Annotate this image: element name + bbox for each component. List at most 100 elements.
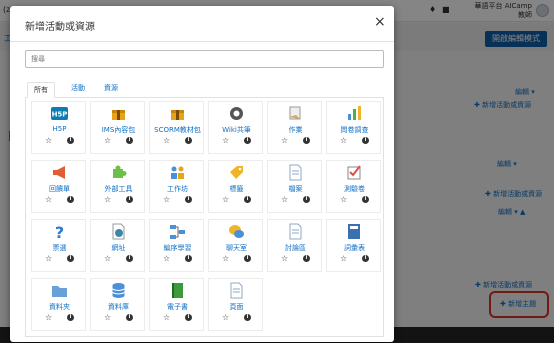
activity-grid: H5P H5P ☆ i IMS內容包 ☆ i SCORM教材包 ☆ i Wiki共筆 ☆ i 作業 ☆ i 問卷… bbox=[25, 98, 384, 337]
info-icon[interactable]: i bbox=[67, 196, 74, 203]
scorm-package-icon bbox=[169, 105, 186, 122]
activity-item-label: SCORM教材包 bbox=[154, 126, 201, 134]
info-icon[interactable]: i bbox=[362, 255, 369, 262]
star-icon[interactable]: ☆ bbox=[222, 137, 229, 145]
close-icon[interactable]: × bbox=[374, 15, 386, 29]
info-icon[interactable]: i bbox=[185, 314, 192, 321]
activity-item-label: Wiki共筆 bbox=[222, 126, 251, 134]
survey-chart-icon bbox=[346, 105, 363, 122]
activity-item[interactable]: 工作坊 ☆ i bbox=[149, 160, 204, 213]
search-input[interactable] bbox=[25, 50, 384, 68]
url-globe-icon bbox=[110, 223, 127, 240]
assignment-icon bbox=[287, 105, 304, 122]
activity-item-label: 網址 bbox=[111, 244, 126, 252]
info-icon[interactable]: i bbox=[303, 137, 310, 144]
star-icon[interactable]: ☆ bbox=[104, 314, 111, 322]
tab-resources[interactable]: 資源 bbox=[104, 83, 118, 93]
activity-item-label: 標籤 bbox=[229, 185, 244, 193]
info-icon[interactable]: i bbox=[126, 196, 133, 203]
tab-activities[interactable]: 活動 bbox=[71, 83, 85, 93]
star-icon[interactable]: ☆ bbox=[104, 255, 111, 263]
puzzle-icon bbox=[110, 164, 127, 181]
package-icon bbox=[110, 105, 127, 122]
tab-all[interactable]: 所有 bbox=[27, 82, 55, 98]
activity-item-label: 票選 bbox=[52, 244, 67, 252]
activity-item[interactable]: 詞彙表 ☆ i bbox=[326, 219, 381, 272]
activity-item-label: 資料庫 bbox=[108, 303, 129, 311]
star-icon[interactable]: ☆ bbox=[45, 314, 52, 322]
activity-item[interactable]: 標籤 ☆ i bbox=[208, 160, 263, 213]
workshop-people-icon bbox=[169, 164, 186, 181]
activity-item-label: 問卷調查 bbox=[340, 126, 369, 134]
star-icon[interactable]: ☆ bbox=[45, 196, 52, 204]
star-icon[interactable]: ☆ bbox=[222, 255, 229, 263]
star-icon[interactable]: ☆ bbox=[340, 137, 347, 145]
activity-item[interactable]: 問卷調查 ☆ i bbox=[326, 101, 381, 154]
activity-item[interactable]: 聊天室 ☆ i bbox=[208, 219, 263, 272]
star-icon[interactable]: ☆ bbox=[222, 314, 229, 322]
info-icon[interactable]: i bbox=[244, 255, 251, 262]
activity-item-label: 電子書 bbox=[167, 303, 188, 311]
activity-item[interactable]: 電子書 ☆ i bbox=[149, 278, 204, 331]
chooser-tabs: 所有 活動 資源 H5P H5P ☆ i IMS內容包 ☆ i SCORM教材包 ☆ i Wiki共… bbox=[25, 76, 384, 337]
activity-chooser-modal: 新增活動或資源 × 所有 活動 資源 H5PH5P☆iIMS內容包☆iSCORM… bbox=[10, 6, 394, 342]
info-icon[interactable]: i bbox=[185, 255, 192, 262]
activity-item[interactable]: ? 票選 ☆ i bbox=[31, 219, 86, 272]
lesson-flow-icon bbox=[169, 223, 186, 240]
activity-item-label: IMS內容包 bbox=[101, 126, 136, 134]
quiz-check-icon bbox=[346, 164, 363, 181]
info-icon[interactable]: i bbox=[126, 255, 133, 262]
star-icon[interactable]: ☆ bbox=[281, 196, 288, 204]
star-icon[interactable]: ☆ bbox=[222, 196, 229, 204]
star-icon[interactable]: ☆ bbox=[340, 196, 347, 204]
activity-item-label: 工作坊 bbox=[167, 185, 188, 193]
activity-item[interactable]: 頁面 ☆ i bbox=[208, 278, 263, 331]
star-icon[interactable]: ☆ bbox=[45, 255, 52, 263]
info-icon[interactable]: i bbox=[67, 314, 74, 321]
star-icon[interactable]: ☆ bbox=[163, 255, 170, 263]
info-icon[interactable]: i bbox=[67, 255, 74, 262]
star-icon[interactable]: ☆ bbox=[104, 196, 111, 204]
activity-item[interactable]: Wiki共筆 ☆ i bbox=[208, 101, 263, 154]
info-icon[interactable]: i bbox=[303, 255, 310, 262]
activity-item[interactable]: 編序學習 ☆ i bbox=[149, 219, 204, 272]
tag-icon bbox=[228, 164, 245, 181]
info-icon[interactable]: i bbox=[244, 137, 251, 144]
activity-item[interactable]: 資料庫 ☆ i bbox=[90, 278, 145, 331]
star-icon[interactable]: ☆ bbox=[45, 137, 52, 145]
activity-item[interactable]: 網址 ☆ i bbox=[90, 219, 145, 272]
activity-item[interactable]: SCORM教材包 ☆ i bbox=[149, 101, 204, 154]
activity-item[interactable]: 測驗卷 ☆ i bbox=[326, 160, 381, 213]
info-icon[interactable]: i bbox=[362, 137, 369, 144]
star-icon[interactable]: ☆ bbox=[281, 137, 288, 145]
wiki-icon bbox=[228, 105, 245, 122]
star-icon[interactable]: ☆ bbox=[104, 137, 111, 145]
activity-item[interactable]: 資料夾 ☆ i bbox=[31, 278, 86, 331]
info-icon[interactable]: i bbox=[303, 196, 310, 203]
activity-item[interactable]: 檔案 ☆ i bbox=[267, 160, 322, 213]
activity-item[interactable]: IMS內容包 ☆ i bbox=[90, 101, 145, 154]
page-icon bbox=[228, 282, 245, 299]
activity-item-label: 作業 bbox=[288, 126, 303, 134]
info-icon[interactable]: i bbox=[126, 314, 133, 321]
activity-item[interactable]: H5P H5P ☆ i bbox=[31, 101, 86, 154]
star-icon[interactable]: ☆ bbox=[281, 255, 288, 263]
star-icon[interactable]: ☆ bbox=[163, 196, 170, 204]
info-icon[interactable]: i bbox=[244, 314, 251, 321]
info-icon[interactable]: i bbox=[126, 137, 133, 144]
info-icon[interactable]: i bbox=[362, 196, 369, 203]
info-icon[interactable]: i bbox=[67, 137, 74, 144]
h5p-icon: H5P bbox=[51, 105, 68, 122]
info-icon[interactable]: i bbox=[185, 137, 192, 144]
activity-item[interactable]: 作業 ☆ i bbox=[267, 101, 322, 154]
star-icon[interactable]: ☆ bbox=[163, 314, 170, 322]
chat-bubbles-icon bbox=[228, 223, 245, 240]
activity-item-label: 聊天室 bbox=[226, 244, 247, 252]
star-icon[interactable]: ☆ bbox=[340, 255, 347, 263]
activity-item[interactable]: 討論區 ☆ i bbox=[267, 219, 322, 272]
info-icon[interactable]: i bbox=[185, 196, 192, 203]
activity-item[interactable]: 外部工具 ☆ i bbox=[90, 160, 145, 213]
info-icon[interactable]: i bbox=[244, 196, 251, 203]
activity-item[interactable]: 回饋單 ☆ i bbox=[31, 160, 86, 213]
star-icon[interactable]: ☆ bbox=[163, 137, 170, 145]
